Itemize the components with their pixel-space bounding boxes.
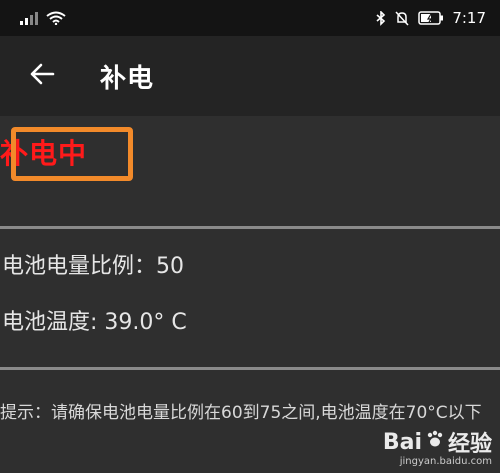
battery-temp-label: 电池温度:	[2, 310, 105, 335]
watermark-logo: Bai 经验	[383, 426, 492, 458]
battery-charging-icon	[418, 11, 444, 25]
watermark-url: jingyan.baidu.com	[399, 456, 492, 467]
battery-temp-value: 39.0° C	[104, 310, 187, 335]
watermark: Bai 经验 jingyan.baidu.com	[383, 426, 492, 468]
bluetooth-icon	[376, 10, 386, 26]
battery-temp-row: 电池温度: 39.0° C	[2, 304, 187, 336]
wifi-icon	[46, 11, 66, 25]
app-bar: 补电	[0, 36, 500, 116]
mute-icon	[394, 10, 410, 26]
highlight-box	[11, 127, 133, 181]
back-button[interactable]	[12, 46, 72, 106]
status-right: 7:17	[376, 9, 486, 27]
battery-level-row: 电池电量比例：50	[2, 248, 184, 280]
signal-icon	[20, 11, 38, 25]
arrow-left-icon	[29, 62, 55, 90]
status-left	[20, 11, 66, 25]
status-time: 7:17	[452, 9, 486, 27]
watermark-logo-cn: 经验	[447, 432, 492, 457]
paw-icon	[425, 429, 445, 455]
hint-text: 提示：请确保电池电量比例在60到75之间,电池温度在70°C以下	[0, 403, 482, 423]
divider-bottom	[0, 367, 500, 370]
status-bar: 7:17	[0, 0, 500, 36]
battery-level-value: 50	[156, 254, 185, 279]
page-title: 补电	[100, 63, 155, 94]
watermark-logo-text: Bai	[382, 429, 422, 455]
divider-top	[0, 226, 500, 229]
battery-level-label: 电池电量比例：	[2, 254, 157, 279]
